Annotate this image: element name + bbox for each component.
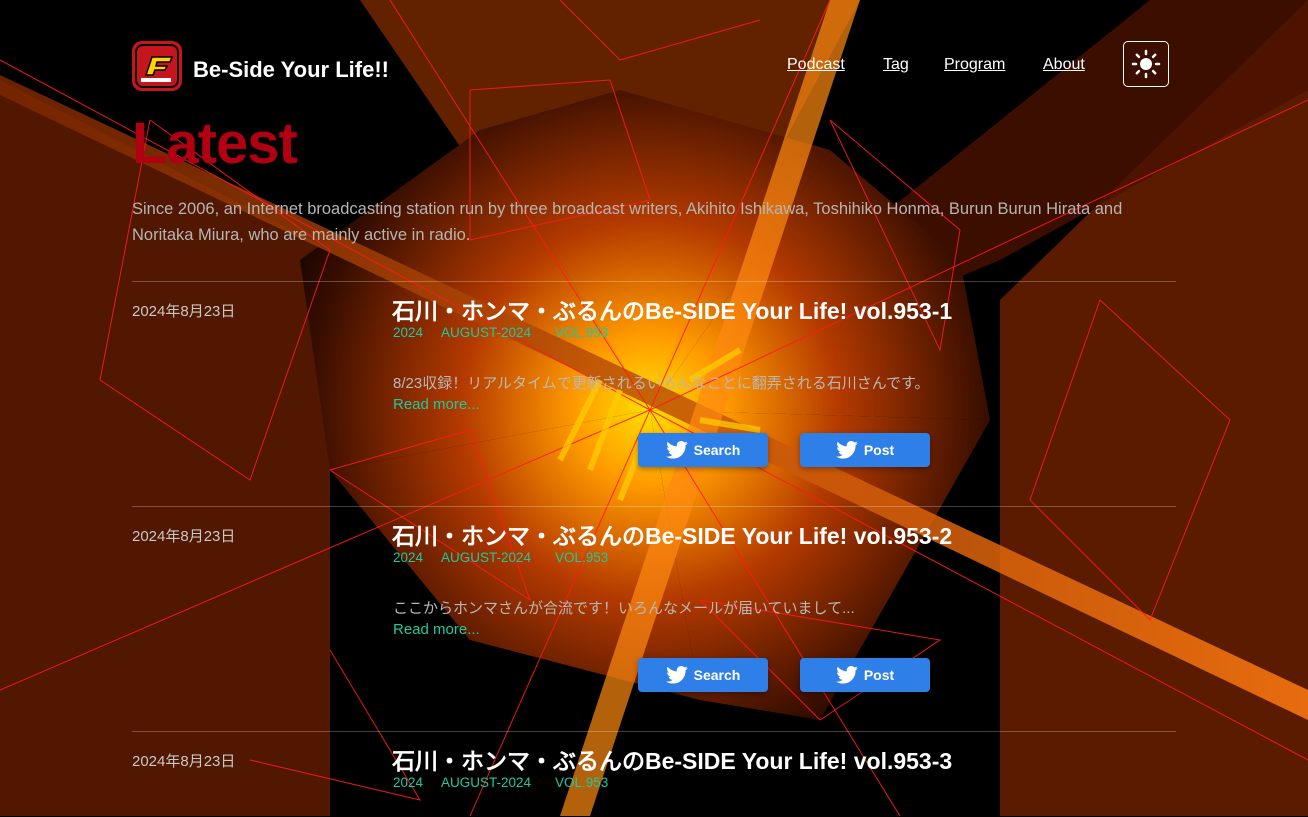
page: Be-Side Your Life!! Podcast Tag Program …: [0, 0, 1308, 816]
post-excerpt: ここからホンマさんが合流です！いろんなメールが届いていまして...: [393, 600, 855, 617]
tag-link[interactable]: VOL.953: [555, 325, 608, 340]
post-date: 2024年8月23日: [132, 303, 236, 320]
post-excerpt: 8/23収録！リアルタイムで更新されるいろんなことに翻弄される石川さんです。: [393, 375, 930, 392]
post-title[interactable]: 石川・ホンマ・ぶるんのBe-SIDE Your Life! vol.953-2: [392, 517, 952, 551]
be-side-logo-icon[interactable]: [132, 41, 182, 91]
nav-about[interactable]: About: [1043, 56, 1085, 74]
theme-toggle-button[interactable]: [1123, 41, 1169, 87]
read-more-link[interactable]: Read more...: [393, 621, 480, 638]
tag-link[interactable]: VOL.953: [555, 550, 608, 565]
tag-link[interactable]: AUGUST-2024: [441, 550, 531, 565]
post-title[interactable]: 石川・ホンマ・ぶるんのBe-SIDE Your Life! vol.953-1: [392, 292, 952, 326]
post-date: 2024年8月23日: [132, 528, 236, 545]
tag-link[interactable]: 2024: [393, 325, 423, 340]
tag-link[interactable]: AUGUST-2024: [441, 775, 531, 790]
twitter-bird-icon: [836, 666, 858, 684]
sun-icon: [1131, 49, 1161, 79]
twitter-bird-icon: [665, 666, 688, 684]
read-more-link[interactable]: Read more...: [393, 396, 480, 413]
page-description: Since 2006, an Internet broadcasting sta…: [132, 200, 1123, 244]
post-item: 2024年8月23日 石川・ホンマ・ぶるんのBe-SIDE Your Life!…: [132, 731, 1176, 817]
twitter-bird-icon: [836, 441, 858, 459]
twitter-bird-icon: [665, 441, 688, 459]
search-label: Search: [693, 667, 741, 683]
tag-link[interactable]: VOL.953: [555, 775, 608, 790]
nav-tag[interactable]: Tag: [883, 56, 909, 74]
post-label: Post: [863, 442, 895, 458]
search-label: Search: [693, 442, 741, 458]
site-header: Be-Side Your Life!! Podcast Tag Program …: [132, 40, 1174, 92]
post-title[interactable]: 石川・ホンマ・ぶるんのBe-SIDE Your Life! vol.953-3: [392, 742, 952, 776]
twitter-post-button[interactable]: Post: [800, 658, 930, 692]
tag-link[interactable]: 2024: [393, 550, 423, 565]
twitter-search-button[interactable]: Search: [638, 433, 768, 467]
nav-program[interactable]: Program: [944, 56, 1005, 74]
page-title: Latest: [132, 111, 298, 176]
post-item: 2024年8月23日 石川・ホンマ・ぶるんのBe-SIDE Your Life!…: [132, 506, 1176, 732]
post-label: Post: [863, 667, 895, 683]
site-title[interactable]: Be-Side Your Life!!: [193, 57, 389, 83]
tag-link[interactable]: AUGUST-2024: [441, 325, 531, 340]
twitter-post-button[interactable]: Post: [800, 433, 930, 467]
nav-podcast[interactable]: Podcast: [787, 56, 845, 74]
post-date: 2024年8月23日: [132, 753, 236, 770]
post-item: 2024年8月23日 石川・ホンマ・ぶるんのBe-SIDE Your Life!…: [132, 281, 1176, 507]
tag-link[interactable]: 2024: [393, 775, 423, 790]
twitter-search-button[interactable]: Search: [638, 658, 768, 692]
